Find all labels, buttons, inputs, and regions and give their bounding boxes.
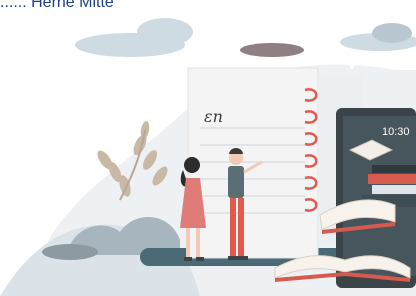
phone-time: 10:30: [382, 126, 410, 138]
cloud-icon: [240, 43, 304, 57]
notebook: [187, 67, 319, 259]
illustration: ɛn 10:30: [0, 18, 416, 296]
notebook-scribble: ɛn: [204, 107, 223, 126]
